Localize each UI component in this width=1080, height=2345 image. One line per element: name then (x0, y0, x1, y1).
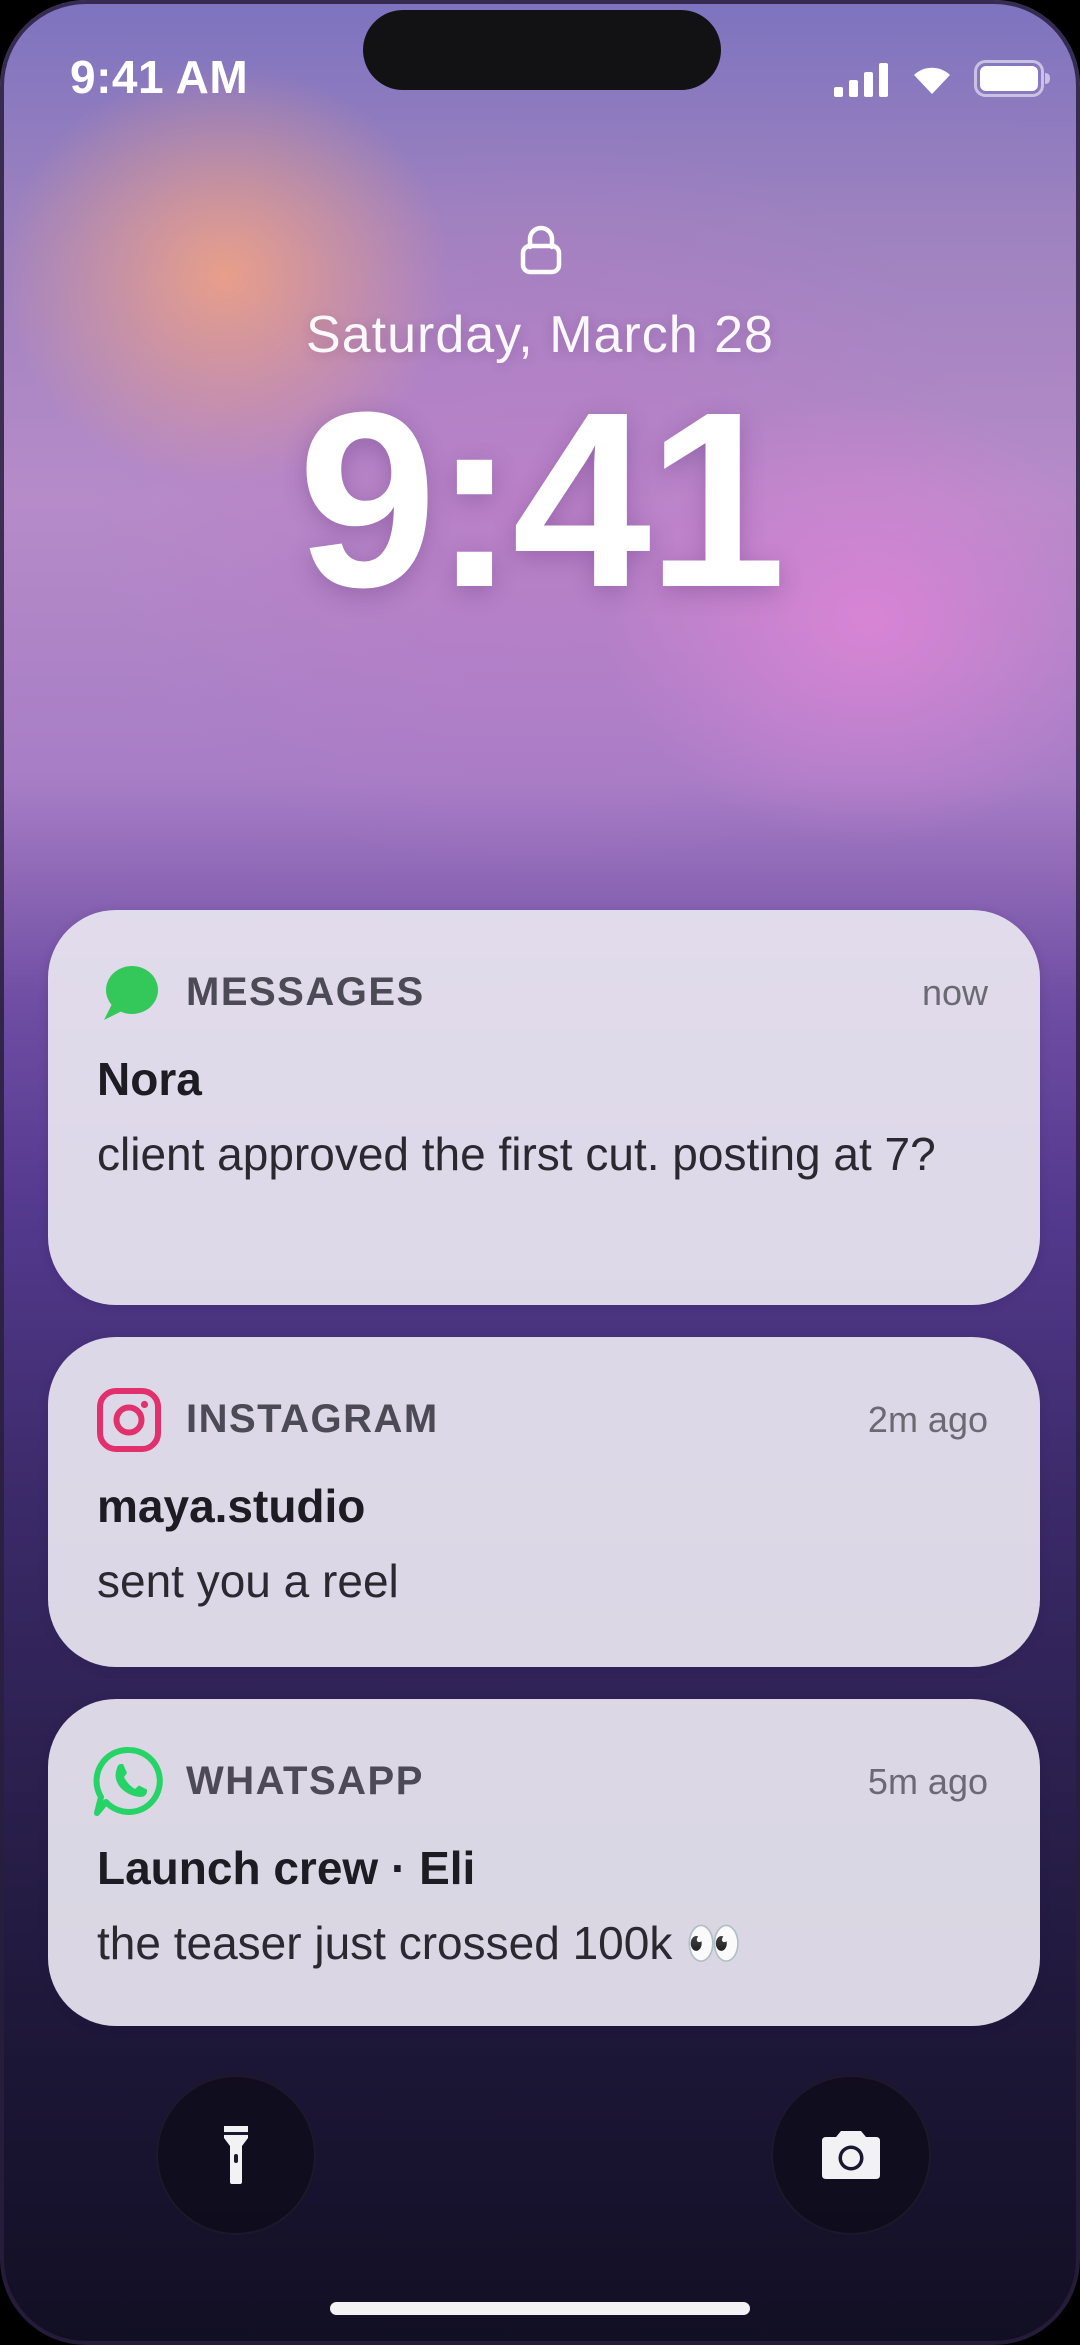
notification-body: the teaser just crossed 100k 👀 (97, 1917, 743, 1969)
lock-icon (520, 225, 562, 275)
notification-messages[interactable]: MESSAGES now Nora client approved the fi… (48, 910, 1040, 1305)
notification-title: maya.studio (97, 1480, 366, 1532)
wifi-icon (914, 67, 950, 94)
instagram-icon (97, 1388, 161, 1452)
lock-screen: 9:41 AM Saturday, March 28 9:41 MESSAGES… (0, 0, 1080, 2345)
notification-whatsapp[interactable]: WHATSAPP 5m ago Launch crew · Eli the te… (48, 1699, 1040, 2026)
notification-time: 5m ago (867, 1761, 988, 1802)
status-icons (834, 60, 1052, 98)
flashlight-button[interactable] (156, 2075, 316, 2235)
notification-app-name: MESSAGES (186, 970, 425, 1014)
battery-icon (974, 60, 1050, 97)
status-time: 9:41 AM (70, 51, 249, 103)
notification-time: now (921, 972, 988, 1013)
notification-app-name: INSTAGRAM (186, 1397, 439, 1441)
flashlight-icon (224, 2126, 248, 2184)
lock-date: Saturday, March 28 (306, 306, 774, 364)
dynamic-island (363, 10, 721, 90)
camera-button[interactable] (771, 2075, 931, 2235)
cellular-signal-icon (834, 63, 888, 97)
notification-app-name: WHATSAPP (186, 1759, 424, 1803)
notification-instagram[interactable]: INSTAGRAM 2m ago maya.studio sent you a … (48, 1337, 1040, 1667)
notification-title: Launch crew · Eli (97, 1842, 476, 1894)
lock-clock: 9:41 (297, 360, 786, 639)
notification-title: Nora (97, 1053, 202, 1105)
notification-body: sent you a reel (97, 1555, 399, 1607)
whatsapp-icon (93, 1746, 163, 1816)
notification-body: client approved the first cut. posting a… (97, 1128, 936, 1180)
home-indicator[interactable] (330, 2302, 750, 2315)
camera-icon (822, 2131, 880, 2179)
messages-icon (104, 966, 158, 1020)
notification-time: 2m ago (867, 1399, 988, 1440)
